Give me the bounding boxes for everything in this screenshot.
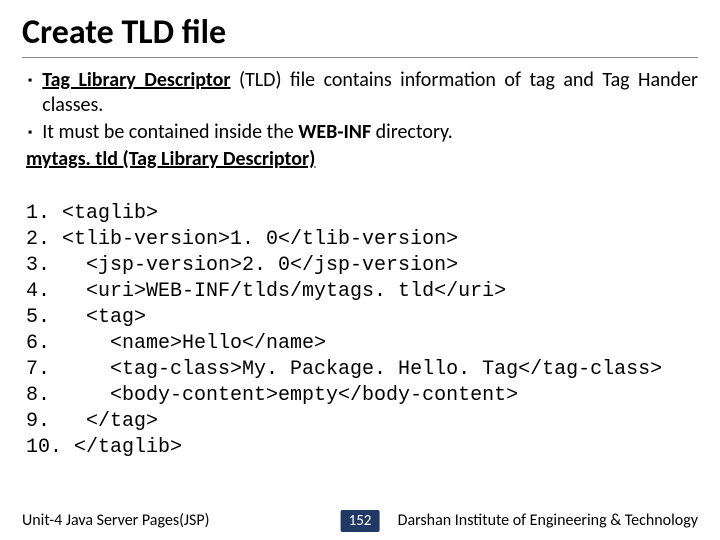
bullet-text: It must be contained inside the WEB-INF … (42, 120, 698, 145)
subheading: mytags. tld (Tag Library Descriptor) (26, 147, 698, 171)
footer-left: Unit-4 Java Server Pages(JSP) (22, 511, 210, 530)
footer-right: Darshan Institute of Engineering & Techn… (398, 511, 698, 530)
slide: Create TLD file ▪ Tag Library Descriptor… (0, 0, 720, 461)
code-line: 3. <jsp-version>2. 0</jsp-version> (26, 254, 458, 277)
bullet-text: Tag Library Descriptor (TLD) file contai… (42, 68, 698, 118)
bullet-icon: ▪ (26, 68, 42, 118)
code-line: 7. <tag-class>My. Package. Hello. Tag</t… (26, 358, 662, 381)
code-line: 4. <uri>WEB-INF/tlds/mytags. tld</uri> (26, 280, 506, 303)
term: WEB-INF (298, 120, 371, 144)
term: Tag Library Descriptor (42, 68, 230, 92)
list-item: ▪ Tag Library Descriptor (TLD) file cont… (26, 68, 698, 118)
bullet-list: ▪ Tag Library Descriptor (TLD) file cont… (26, 68, 698, 145)
code-line: 8. <body-content>empty</body-content> (26, 384, 518, 407)
text: directory. (371, 120, 453, 144)
code-line: 2. <tlib-version>1. 0</tlib-version> (26, 228, 458, 251)
bullet-icon: ▪ (26, 120, 42, 145)
code-line: 5. <tag> (26, 306, 146, 329)
code-line: 10. </taglib> (26, 436, 182, 459)
footer: Unit-4 Java Server Pages(JSP) 152 Darsha… (0, 511, 720, 530)
slide-title: Create TLD file (22, 12, 698, 58)
code-line: 9. </tag> (26, 410, 158, 433)
list-item: ▪ It must be contained inside the WEB-IN… (26, 120, 698, 145)
page-number: 152 (341, 510, 380, 532)
code-line: 1. <taglib> (26, 202, 158, 225)
text: It must be contained inside the (42, 120, 298, 144)
code-line: 6. <name>Hello</name> (26, 332, 326, 355)
code-block: 1. <taglib> 2. <tlib-version>1. 0</tlib-… (26, 175, 698, 461)
